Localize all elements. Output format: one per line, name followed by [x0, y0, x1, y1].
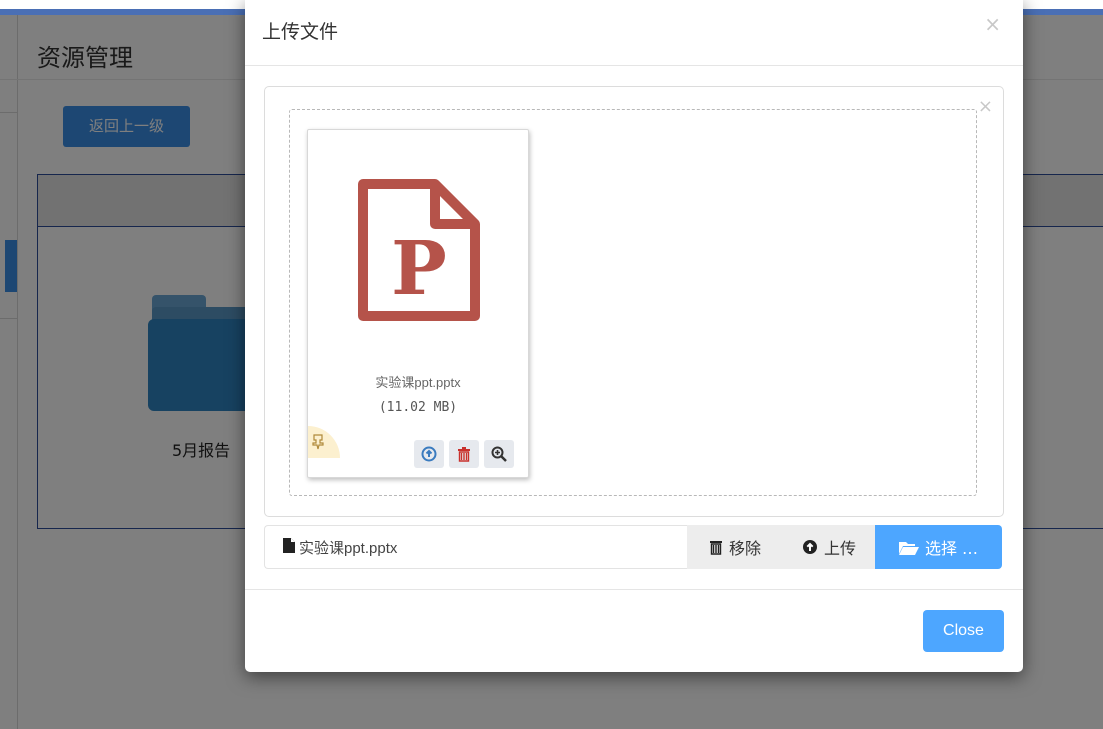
- file-input-box: × P 实验课ppt.pptx (11.02 MB): [264, 86, 1004, 517]
- trash-icon: [458, 447, 470, 462]
- drag-handle-icon[interactable]: [308, 426, 340, 458]
- delete-file-button[interactable]: [449, 440, 479, 468]
- select-label: 选择 …: [924, 539, 979, 558]
- clear-files-icon[interactable]: ×: [978, 98, 993, 116]
- ppt-file-icon: P: [358, 179, 480, 321]
- modal-footer: Close: [245, 590, 1023, 672]
- upload-button[interactable]: 上传: [783, 525, 875, 569]
- upload-circle-icon: [802, 539, 818, 555]
- folder-open-icon: [898, 540, 919, 555]
- file-icon: [283, 537, 295, 557]
- upload-modal: 上传文件 × × P 实验课ppt.pptx (11.02 MB) 实验课ppt…: [245, 0, 1023, 672]
- remove-label: 移除: [728, 539, 761, 558]
- upload-file-button[interactable]: [414, 440, 444, 468]
- upload-label: 上传: [823, 539, 856, 558]
- modal-body: × P 实验课ppt.pptx (11.02 MB) 实验课ppt.pptx 移…: [245, 66, 1023, 590]
- preview-file-name: 实验课ppt.pptx: [375, 375, 461, 390]
- modal-title: 上传文件: [262, 21, 339, 43]
- zoom-in-icon: [491, 446, 507, 462]
- file-caption[interactable]: 实验课ppt.pptx: [264, 525, 688, 569]
- file-drop-zone[interactable]: P 实验课ppt.pptx (11.02 MB): [289, 109, 977, 496]
- zoom-preview-button[interactable]: [484, 440, 514, 468]
- upload-circle-icon: [421, 446, 437, 462]
- remove-button[interactable]: 移除: [687, 525, 783, 569]
- trash-icon: [709, 539, 723, 555]
- modal-header: 上传文件 ×: [245, 0, 1023, 66]
- file-preview-thumbnail: P 实验课ppt.pptx (11.02 MB): [307, 129, 529, 478]
- preview-file-size: (11.02 MB): [378, 400, 458, 415]
- modal-close-icon[interactable]: ×: [984, 14, 1001, 34]
- ppt-file-letter: P: [391, 226, 447, 312]
- preview-actions: [414, 440, 514, 468]
- caption-file-name: 实验课ppt.pptx: [299, 539, 398, 557]
- file-caption-row: 实验课ppt.pptx 移除 上传 选择 …: [264, 525, 1004, 569]
- select-file-button[interactable]: 选择 …: [875, 525, 1002, 569]
- close-button[interactable]: Close: [923, 610, 1004, 652]
